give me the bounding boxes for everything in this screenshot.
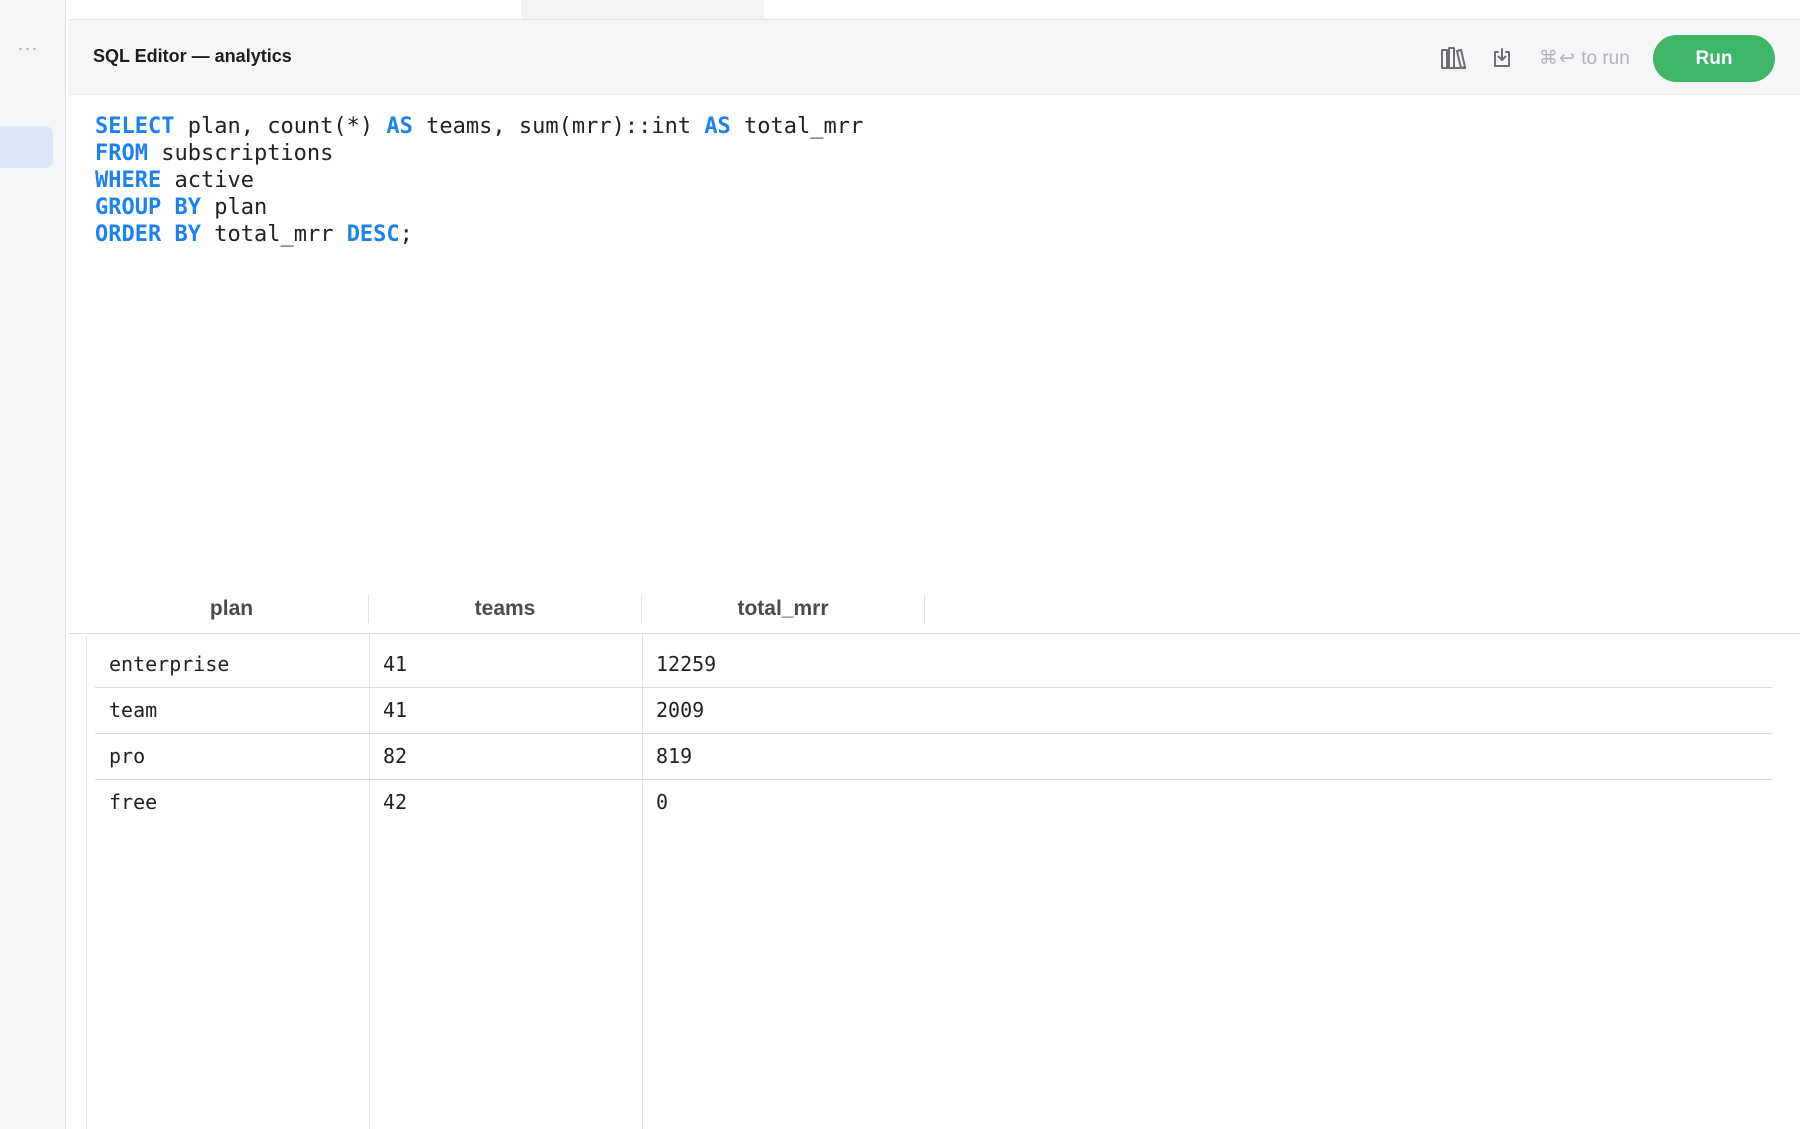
cell-teams: 82 [383, 744, 408, 768]
cell-total-mrr: 819 [656, 744, 693, 768]
run-shortcut-hint: ⌘↩ to run [1539, 47, 1630, 70]
sql-code[interactable]: SELECT plan, count(*) AS teams, sum(mrr)… [95, 113, 863, 248]
sql-keyword: WHERE [95, 168, 162, 193]
sql-keyword: BY [174, 222, 201, 247]
page-title: SQL Editor — analytics [93, 46, 292, 66]
sql-keyword: BY [174, 195, 201, 220]
run-button[interactable]: Run [1653, 35, 1775, 82]
more-icon[interactable]: ··· [17, 39, 39, 57]
editor-header: SQL Editor — analytics ⌘↩ to run Run [69, 20, 1800, 95]
cell-total-mrr: 0 [656, 790, 669, 814]
code-line: WHERE active [95, 167, 863, 194]
column-header-plan[interactable]: plan [95, 595, 369, 623]
sql-token: total_mrr [200, 222, 347, 247]
table-row[interactable]: free 42 0 [95, 780, 1772, 825]
code-line: ORDER BY total_mrr DESC; [95, 221, 863, 248]
sql-keyword: SELECT [95, 114, 175, 139]
cell-plan: enterprise [109, 652, 230, 676]
download-icon[interactable] [1486, 42, 1518, 74]
cell-total-mrr: 12259 [656, 652, 717, 676]
tab-active[interactable] [521, 0, 764, 19]
sql-keyword: AS [386, 114, 413, 139]
column-header-total-mrr[interactable]: total_mrr [642, 595, 925, 623]
sql-token: subscriptions [147, 141, 334, 166]
results-header: plan teams total_mrr [69, 585, 1800, 634]
code-line: FROM subscriptions [95, 140, 863, 167]
sql-token: active [161, 168, 254, 193]
sql-keyword: AS [704, 114, 731, 139]
shortcut-keys: ⌘↩ [1539, 48, 1576, 69]
sql-token: total_mrr [730, 114, 864, 139]
table-row[interactable]: enterprise 41 12259 [95, 642, 1772, 688]
table-row[interactable]: team 41 2009 [95, 688, 1772, 734]
cell-teams: 41 [383, 652, 408, 676]
left-rail: ··· [0, 0, 66, 1129]
code-line: SELECT plan, count(*) AS teams, sum(mrr)… [95, 113, 863, 140]
sql-keyword: GROUP [95, 195, 162, 220]
table-row[interactable]: pro 82 819 [95, 734, 1772, 780]
tab-strip [69, 0, 1800, 20]
sql-token: ; [399, 222, 413, 247]
cell-plan: free [109, 790, 158, 814]
cell-teams: 41 [383, 698, 408, 722]
sql-keyword: ORDER [95, 222, 162, 247]
cell-plan: pro [109, 744, 146, 768]
cell-teams: 42 [383, 790, 408, 814]
cell-total-mrr: 2009 [656, 698, 705, 722]
code-line: GROUP BY plan [95, 194, 863, 221]
hint-label: to run [1581, 48, 1630, 69]
sql-keyword: DESC [346, 222, 400, 247]
sql-token: teams, sum(mrr)::int [412, 114, 705, 139]
sql-keyword: FROM [95, 141, 148, 166]
sql-editor[interactable]: SELECT plan, count(*) AS teams, sum(mrr)… [69, 95, 1800, 575]
library-icon[interactable] [1438, 42, 1470, 74]
column-header-teams[interactable]: teams [369, 595, 642, 623]
cell-plan: team [109, 698, 158, 722]
sql-token: plan, count(*) [174, 114, 387, 139]
rail-active-item[interactable] [0, 126, 53, 168]
sql-token: plan [200, 195, 268, 220]
results-grid: plan teams total_mrr enterprise 41 12259… [69, 585, 1800, 1129]
